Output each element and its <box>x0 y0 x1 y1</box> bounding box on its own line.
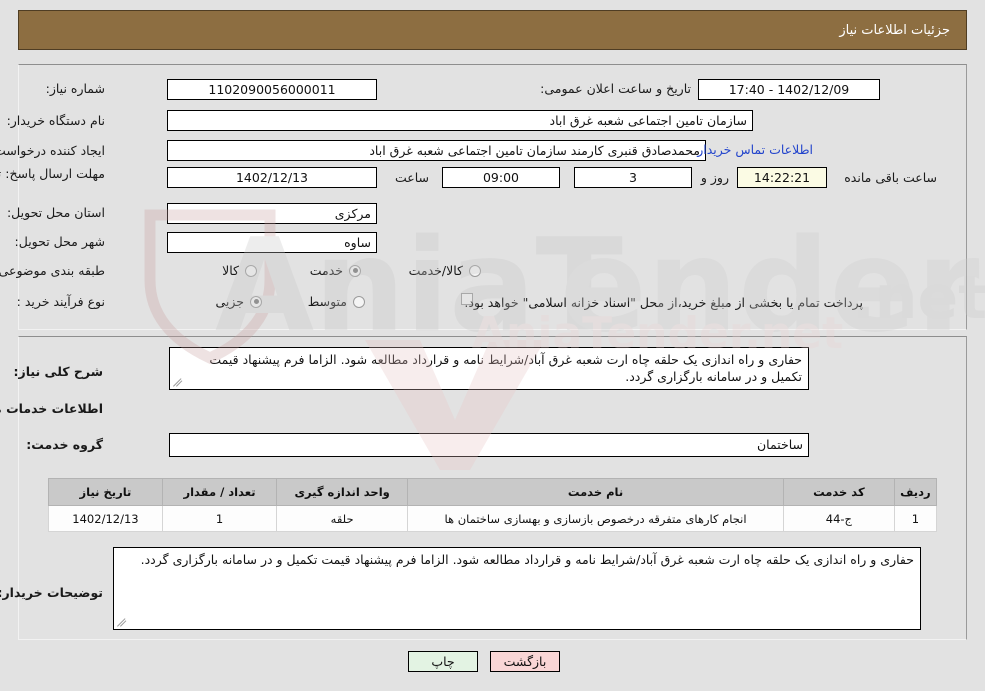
cell-need-date: 1402/12/13 <box>48 505 163 532</box>
request-creator-label: ایجاد کننده درخواست: <box>0 143 105 158</box>
announce-datetime-value: 1402/12/09 - 17:40 <box>698 79 880 100</box>
process-label: نوع فرآیند خرید : <box>16 294 105 309</box>
th-service-name: نام خدمت <box>407 478 784 506</box>
deadline-date-value: 1402/12/13 <box>167 167 377 188</box>
need-number-label: شماره نیاز: <box>45 81 105 96</box>
resize-grip-icon[interactable] <box>172 376 184 388</box>
category-option-kala-label: کالا <box>222 263 239 278</box>
page-root: AniaT ender .net AniaTender.net جزئیات ا… <box>0 0 985 691</box>
process-label-wrap: نوع فرآیند خرید : <box>17 294 105 309</box>
radio-jozee-icon[interactable] <box>250 295 262 308</box>
back-button[interactable]: بازگشت <box>490 651 560 672</box>
page-title-bar: جزئیات اطلاعات نیاز <box>18 10 967 50</box>
deadline-label: مهلت ارسال پاسخ: تا تاریخ: <box>0 166 105 181</box>
category-label: طبقه بندی موضوعی: <box>0 263 105 278</box>
page-title: جزئیات اطلاعات نیاز <box>839 22 950 38</box>
radio-khedmat-icon[interactable] <box>349 264 361 277</box>
buyer-notes-value: حفاری و راه اندازی یک حلقه چاه ارت شعبه … <box>140 552 914 567</box>
service-group-label: گروه خدمت: <box>26 437 103 452</box>
th-need-date: تاریخ نیاز <box>48 478 163 506</box>
general-desc-value: حفاری و راه اندازی یک حلقه چاه ارت شعبه … <box>209 352 802 384</box>
deadline-label-wrap: مهلت ارسال پاسخ: تا تاریخ: <box>0 166 105 181</box>
province-label: استان محل تحویل: <box>6 205 105 220</box>
category-option-kala-khedmat-label: کالا/خدمت <box>408 263 463 278</box>
province-label-wrap: استان محل تحویل: <box>7 205 105 220</box>
city-label: شهر محل تحویل: <box>14 234 105 249</box>
general-desc-textarea[interactable]: حفاری و راه اندازی یک حلقه چاه ارت شعبه … <box>169 347 809 390</box>
buyer-org-label-wrap: نام دستگاه خریدار: <box>7 113 105 128</box>
th-unit: واحد اندازه گیری <box>276 478 409 506</box>
th-service-code: کد خدمت <box>783 478 895 506</box>
th-row-no: ردیف <box>893 478 938 506</box>
process-option-motevaset-label: متوسط <box>307 294 347 309</box>
radio-kala-khedmat-icon[interactable] <box>469 264 481 277</box>
category-option-kala-khedmat[interactable]: کالا/خدمت <box>409 263 481 278</box>
services-info-title: اطلاعات خدمات مورد نیاز <box>0 401 103 416</box>
buyer-org-label: نام دستگاه خریدار: <box>6 113 105 128</box>
need-number-value: 1102090056000011 <box>167 79 377 100</box>
announce-datetime-label-wrap: تاریخ و ساعت اعلان عمومی: <box>540 81 691 96</box>
category-option-khedmat[interactable]: خدمت <box>310 263 361 278</box>
cell-row-no: 1 <box>893 505 938 532</box>
cell-service-name: انجام کارهای متفرقه درخصوص بازسازی و بهس… <box>407 505 784 532</box>
category-option-kala[interactable]: کالا <box>222 263 257 278</box>
treasury-text: پرداخت تمام یا بخشی از مبلغ خرید،از محل … <box>464 295 863 310</box>
request-creator-label-wrap: ایجاد کننده درخواست: <box>0 143 105 158</box>
province-value: مرکزی <box>167 203 377 224</box>
cell-service-code: ج-44 <box>783 505 895 532</box>
process-option-jozee[interactable]: جزیی <box>215 294 262 309</box>
deadline-time-label: ساعت <box>394 170 429 185</box>
process-option-jozee-label: جزیی <box>215 294 244 309</box>
category-option-khedmat-label: خدمت <box>309 263 343 278</box>
city-label-wrap: شهر محل تحویل: <box>15 234 105 249</box>
cell-unit: حلقه <box>276 505 409 532</box>
resize-grip-icon-2[interactable] <box>116 616 128 628</box>
radio-kala-icon[interactable] <box>245 264 257 277</box>
th-quantity: تعداد / مقدار <box>161 478 278 506</box>
table-header-row: ردیف کد خدمت نام خدمت واحد اندازه گیری ت… <box>48 478 938 506</box>
announce-datetime-label: تاریخ و ساعت اعلان عمومی: <box>540 81 691 96</box>
services-table: ردیف کد خدمت نام خدمت واحد اندازه گیری ت… <box>48 478 938 532</box>
need-number-label-wrap: شماره نیاز: <box>46 81 105 96</box>
days-word-label: روز و <box>700 170 729 185</box>
deadline-time-value: 09:00 <box>442 167 560 188</box>
buyer-notes-label: توضیحات خریدار: <box>0 585 103 600</box>
process-option-motevaset[interactable]: متوسط <box>308 294 365 309</box>
category-label-wrap: طبقه بندی موضوعی: <box>0 263 105 278</box>
buyer-notes-textarea[interactable]: حفاری و راه اندازی یک حلقه چاه ارت شعبه … <box>113 547 921 630</box>
countdown-value: 14:22:21 <box>737 167 827 188</box>
city-value: ساوه <box>167 232 377 253</box>
general-desc-label: شرح کلی نیاز: <box>13 364 103 379</box>
service-group-value: ساختمان <box>169 433 809 457</box>
remaining-suffix-label: ساعت باقی مانده <box>844 170 937 185</box>
need-info-panel <box>18 64 967 330</box>
print-button[interactable]: چاپ <box>408 651 478 672</box>
request-creator-value: محمدصادق قنبری کارمند سازمان تامین اجتما… <box>167 140 706 161</box>
buyer-org-value: سازمان تامین اجتماعی شعبه غرق اباد <box>167 110 753 131</box>
buyer-contact-link[interactable]: اطلاعات تماس خریدار <box>697 142 813 157</box>
radio-motevaset-icon[interactable] <box>353 295 365 308</box>
days-remaining-value: 3 <box>574 167 692 188</box>
table-row: 1 ج-44 انجام کارهای متفرقه درخصوص بازساز… <box>48 505 938 532</box>
cell-quantity: 1 <box>161 505 278 532</box>
